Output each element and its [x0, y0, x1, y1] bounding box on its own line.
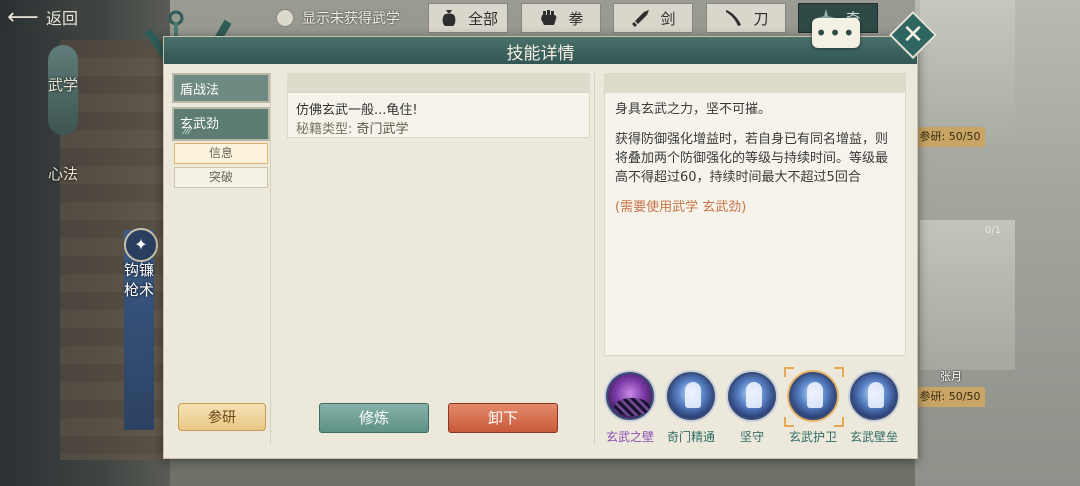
card-research-stat: 参研: 50/50 [915, 387, 985, 407]
saber-icon [723, 7, 745, 29]
level-pips: ⁄⁄⁄ [184, 127, 192, 137]
skill-icon-qimen-mastery[interactable] [665, 370, 717, 422]
research-button[interactable]: 参研 [178, 403, 266, 431]
manual-type-label: 秘籍类型: [296, 122, 353, 137]
skill-list-item-selected[interactable]: 玄武劲 ⁄⁄⁄ [172, 107, 270, 141]
card-name: 张月 [940, 370, 962, 383]
modal-header: 技能详情 [164, 37, 917, 64]
skill-summary-box: 仿佛玄武一般...龟住! 秘籍类型: 奇门武学 [287, 92, 590, 138]
skill-list-item[interactable]: 盾战法 [172, 73, 270, 103]
skill-description-panel: 身具玄武之力，坚不可摧。 获得防御强化增益时，若自身已有同名增益，则将叠加两个防… [604, 73, 906, 356]
side-tab-wuxue[interactable]: 武学 [48, 45, 78, 135]
filter-tab-all[interactable]: 全部 [428, 3, 508, 33]
skill-detail-modal: 技能详情 盾战法 玄武劲 ⁄⁄⁄ 信息 突破 参研 仿佛玄武一般...龟住! 秘… [163, 36, 918, 459]
selection-corner [834, 417, 844, 427]
skill-icon-xuanwu-wall[interactable] [604, 370, 656, 422]
card-count: 0/1 [985, 225, 1002, 236]
divider [594, 73, 595, 445]
description-requirement: (需要使用武学 玄武劲) [615, 200, 747, 215]
sack-icon [438, 7, 460, 29]
back-button[interactable]: ⟵ 返回 [0, 2, 110, 32]
info-button[interactable]: 信息 [174, 143, 268, 164]
skill-tagline: 仿佛玄武一般...龟住! [296, 103, 418, 118]
skill-label: 玄武之壁 [605, 430, 654, 444]
filter-tab-label: 全部 [467, 9, 498, 28]
skill-icon-xuanwu-guard[interactable] [787, 370, 839, 422]
skill-label: 玄武壁垒 [849, 430, 898, 444]
breakthrough-button[interactable]: 突破 [174, 167, 268, 188]
panel-header-bar [605, 74, 905, 93]
skill-summary-panel: 仿佛玄武一般...龟住! 秘籍类型: 奇门武学 [287, 73, 590, 173]
skill-label: 玄武护卫 [788, 430, 837, 444]
manual-type-row: 秘籍类型: 奇门武学 [296, 118, 581, 137]
skill-label: 奇门精通 [666, 430, 715, 444]
selection-corner [784, 367, 794, 377]
show-unobtained-checkbox[interactable] [276, 9, 294, 27]
shuriken-icon: ✦ [124, 228, 158, 262]
back-label: 返回 [46, 9, 79, 28]
filter-tab-saber[interactable]: 刀 [706, 3, 786, 33]
selection-corner [834, 367, 844, 377]
show-unobtained-label: 显示未获得武学 [302, 11, 400, 27]
skill-icon-steadfast[interactable] [726, 370, 778, 422]
modal-title: 技能详情 [506, 44, 575, 64]
description-intro: 身具玄武之力，坚不可摧。 [615, 102, 772, 117]
skill-list: 盾战法 玄武劲 ⁄⁄⁄ 信息 突破 参研 [172, 73, 271, 445]
panel-header-bar [287, 73, 590, 92]
filter-tab-label: 剑 [660, 9, 676, 28]
back-arrow-icon: ⟵ [7, 4, 39, 30]
sword-icon [630, 7, 652, 29]
side-tab-xinfa[interactable]: 心法 [48, 160, 78, 220]
chat-button[interactable]: ••• [812, 18, 860, 48]
selection-corner [784, 417, 794, 427]
unequip-button[interactable]: 卸下 [448, 403, 558, 433]
manual-type-value: 奇门武学 [356, 122, 409, 137]
skill-label: 坚守 [739, 430, 764, 444]
skill-icon-xuanwu-rampart[interactable] [848, 370, 900, 422]
card-research-stat: 参研: 50/50 [915, 127, 985, 147]
filter-tab-fist[interactable]: 拳 [521, 3, 601, 33]
train-button[interactable]: 修炼 [319, 403, 429, 433]
description-effect: 获得防御强化增益时，若自身已有同名增益，则将叠加两个防御强化的等级与持续时间。等… [615, 132, 889, 185]
fist-icon [538, 7, 560, 29]
passive-skill-row: 玄武之壁 奇门精通 坚守 玄武护卫 玄武壁垒 [602, 367, 910, 450]
filter-tab-label: 拳 [568, 9, 584, 28]
filter-tab-label: 刀 [753, 9, 769, 28]
background-card[interactable] [920, 220, 1015, 370]
show-unobtained-toggle[interactable]: 显示未获得武学 [276, 8, 400, 28]
close-icon[interactable]: ✕ [896, 18, 930, 52]
filter-tab-sword[interactable]: 剑 [613, 3, 693, 33]
skill-description: 身具玄武之力，坚不可摧。 获得防御强化增益时，若自身已有同名增益，则将叠加两个防… [615, 100, 895, 228]
skill-list-label: 盾战法 [180, 83, 220, 98]
